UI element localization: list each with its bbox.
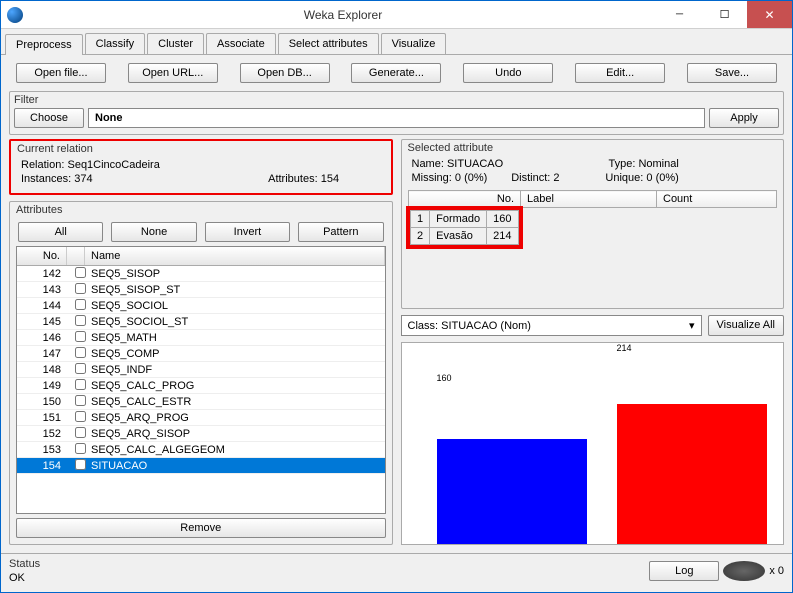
filter-choose-button[interactable]: Choose (14, 108, 84, 128)
filter-apply-button[interactable]: Apply (709, 108, 779, 128)
left-pane: Current relation Relation: Seq1CincoCade… (9, 139, 393, 545)
attributes-list: No. Name 142SEQ5_SISOP143SEQ5_SISOP_ST14… (16, 246, 386, 514)
selected-value-row: 2Evasão214 (411, 228, 519, 245)
bar-label-1: 160 (437, 373, 452, 383)
attr-all-button[interactable]: All (18, 222, 103, 242)
sel-col-label: Label (521, 191, 657, 208)
tab-associate[interactable]: Associate (206, 33, 276, 54)
open-file-button[interactable]: Open file... (16, 63, 106, 83)
attribute-row[interactable]: 144SEQ5_SOCIOL (17, 298, 385, 314)
remove-button[interactable]: Remove (16, 518, 386, 538)
open-url-button[interactable]: Open URL... (128, 63, 218, 83)
sel-col-no: No. (408, 191, 521, 208)
app-icon (7, 7, 23, 23)
chevron-down-icon: ▾ (689, 319, 695, 332)
current-relation-group: Current relation Relation: Seq1CincoCade… (9, 139, 393, 195)
filter-group: Filter Choose None Apply (9, 91, 784, 135)
status-bar: Status OK Log x 0 (1, 553, 792, 592)
attribute-row[interactable]: 149SEQ5_CALC_PROG (17, 378, 385, 394)
sel-unique-label: Unique: 0 (0%) (605, 172, 678, 184)
attribute-row[interactable]: 146SEQ5_MATH (17, 330, 385, 346)
sel-distinct-label: Distinct: 2 (511, 172, 597, 184)
attribute-row[interactable]: 153SEQ5_CALC_ALGEGEOM (17, 442, 385, 458)
main-tabs: Preprocess Classify Cluster Associate Se… (1, 29, 792, 55)
status-counter: x 0 (769, 565, 784, 577)
window-controls (657, 1, 792, 28)
generate-button[interactable]: Generate... (351, 63, 441, 83)
tab-visualize[interactable]: Visualize (381, 33, 447, 54)
sel-name-label: Name: SITUACAO (412, 158, 504, 170)
relation-label: Relation: Seq1CincoCadeira (21, 159, 185, 171)
tab-preprocess[interactable]: Preprocess (5, 34, 83, 55)
maximize-button[interactable] (702, 1, 747, 28)
instances-label: Instances: 374 (21, 173, 185, 185)
attributes-label: Attributes: 154 (243, 173, 339, 185)
selected-attribute-group: Selected attribute Name: SITUACAO Type: … (401, 139, 785, 309)
col-header-no: No. (17, 247, 67, 265)
selected-value-row: 1Formado160 (411, 211, 519, 228)
status-text: OK (9, 572, 649, 584)
attribute-row[interactable]: 147SEQ5_COMP (17, 346, 385, 362)
attribute-row[interactable]: 154SITUACAO (17, 458, 385, 474)
sel-col-count: Count (657, 191, 777, 208)
class-select-value: Class: SITUACAO (Nom) (408, 320, 531, 332)
save-button[interactable]: Save... (687, 63, 777, 83)
attribute-row[interactable]: 143SEQ5_SISOP_ST (17, 282, 385, 298)
selected-attribute-legend: Selected attribute (408, 142, 778, 154)
window-title: Weka Explorer (29, 8, 657, 22)
close-button[interactable] (747, 1, 792, 28)
titlebar: Weka Explorer (1, 1, 792, 29)
attributes-legend: Attributes (16, 204, 386, 216)
visualization-area: 160 214 (401, 342, 785, 545)
main-split: Current relation Relation: Seq1CincoCade… (9, 139, 784, 545)
sel-type-label: Type: Nominal (605, 158, 678, 170)
attr-invert-button[interactable]: Invert (205, 222, 290, 242)
attribute-row[interactable]: 148SEQ5_INDF (17, 362, 385, 378)
bar-formado (437, 439, 587, 544)
attribute-row[interactable]: 150SEQ5_CALC_ESTR (17, 394, 385, 410)
attribute-row[interactable]: 145SEQ5_SOCIOL_ST (17, 314, 385, 330)
content-area: Filter Choose None Apply Current relatio… (1, 91, 792, 553)
current-relation-legend: Current relation (17, 143, 385, 155)
weka-explorer-window: Weka Explorer Preprocess Classify Cluste… (0, 0, 793, 593)
attribute-row[interactable]: 142SEQ5_SISOP (17, 266, 385, 282)
undo-button[interactable]: Undo (463, 63, 553, 83)
attributes-list-body[interactable]: 142SEQ5_SISOP143SEQ5_SISOP_ST144SEQ5_SOC… (17, 266, 385, 513)
weka-bird-icon (723, 561, 765, 581)
filter-legend: Filter (14, 94, 779, 106)
bar-evasao (617, 404, 767, 544)
open-db-button[interactable]: Open DB... (240, 63, 330, 83)
attr-pattern-button[interactable]: Pattern (298, 222, 383, 242)
class-row: Class: SITUACAO (Nom) ▾ Visualize All (401, 315, 785, 336)
attribute-row[interactable]: 151SEQ5_ARQ_PROG (17, 410, 385, 426)
tab-cluster[interactable]: Cluster (147, 33, 204, 54)
class-select[interactable]: Class: SITUACAO (Nom) ▾ (401, 315, 702, 336)
right-pane: Selected attribute Name: SITUACAO Type: … (401, 139, 785, 545)
attributes-group: Attributes All None Invert Pattern No. N… (9, 201, 393, 545)
attr-none-button[interactable]: None (111, 222, 196, 242)
attribute-row[interactable]: 152SEQ5_ARQ_SISOP (17, 426, 385, 442)
filter-value-field[interactable]: None (88, 108, 705, 128)
col-header-name: Name (85, 247, 385, 265)
log-button[interactable]: Log (649, 561, 719, 581)
edit-button[interactable]: Edit... (575, 63, 665, 83)
selected-values-table: No. Label Count 1Formado1602Evasão214 (408, 190, 778, 247)
status-legend: Status (9, 558, 649, 570)
tab-select-attributes[interactable]: Select attributes (278, 33, 379, 54)
main-toolbar: Open file... Open URL... Open DB... Gene… (1, 55, 792, 91)
sel-missing-label: Missing: 0 (0%) (412, 172, 504, 184)
bar-label-2: 214 (617, 343, 632, 353)
visualize-all-button[interactable]: Visualize All (708, 315, 785, 336)
tab-classify[interactable]: Classify (85, 33, 146, 54)
minimize-button[interactable] (657, 1, 702, 28)
